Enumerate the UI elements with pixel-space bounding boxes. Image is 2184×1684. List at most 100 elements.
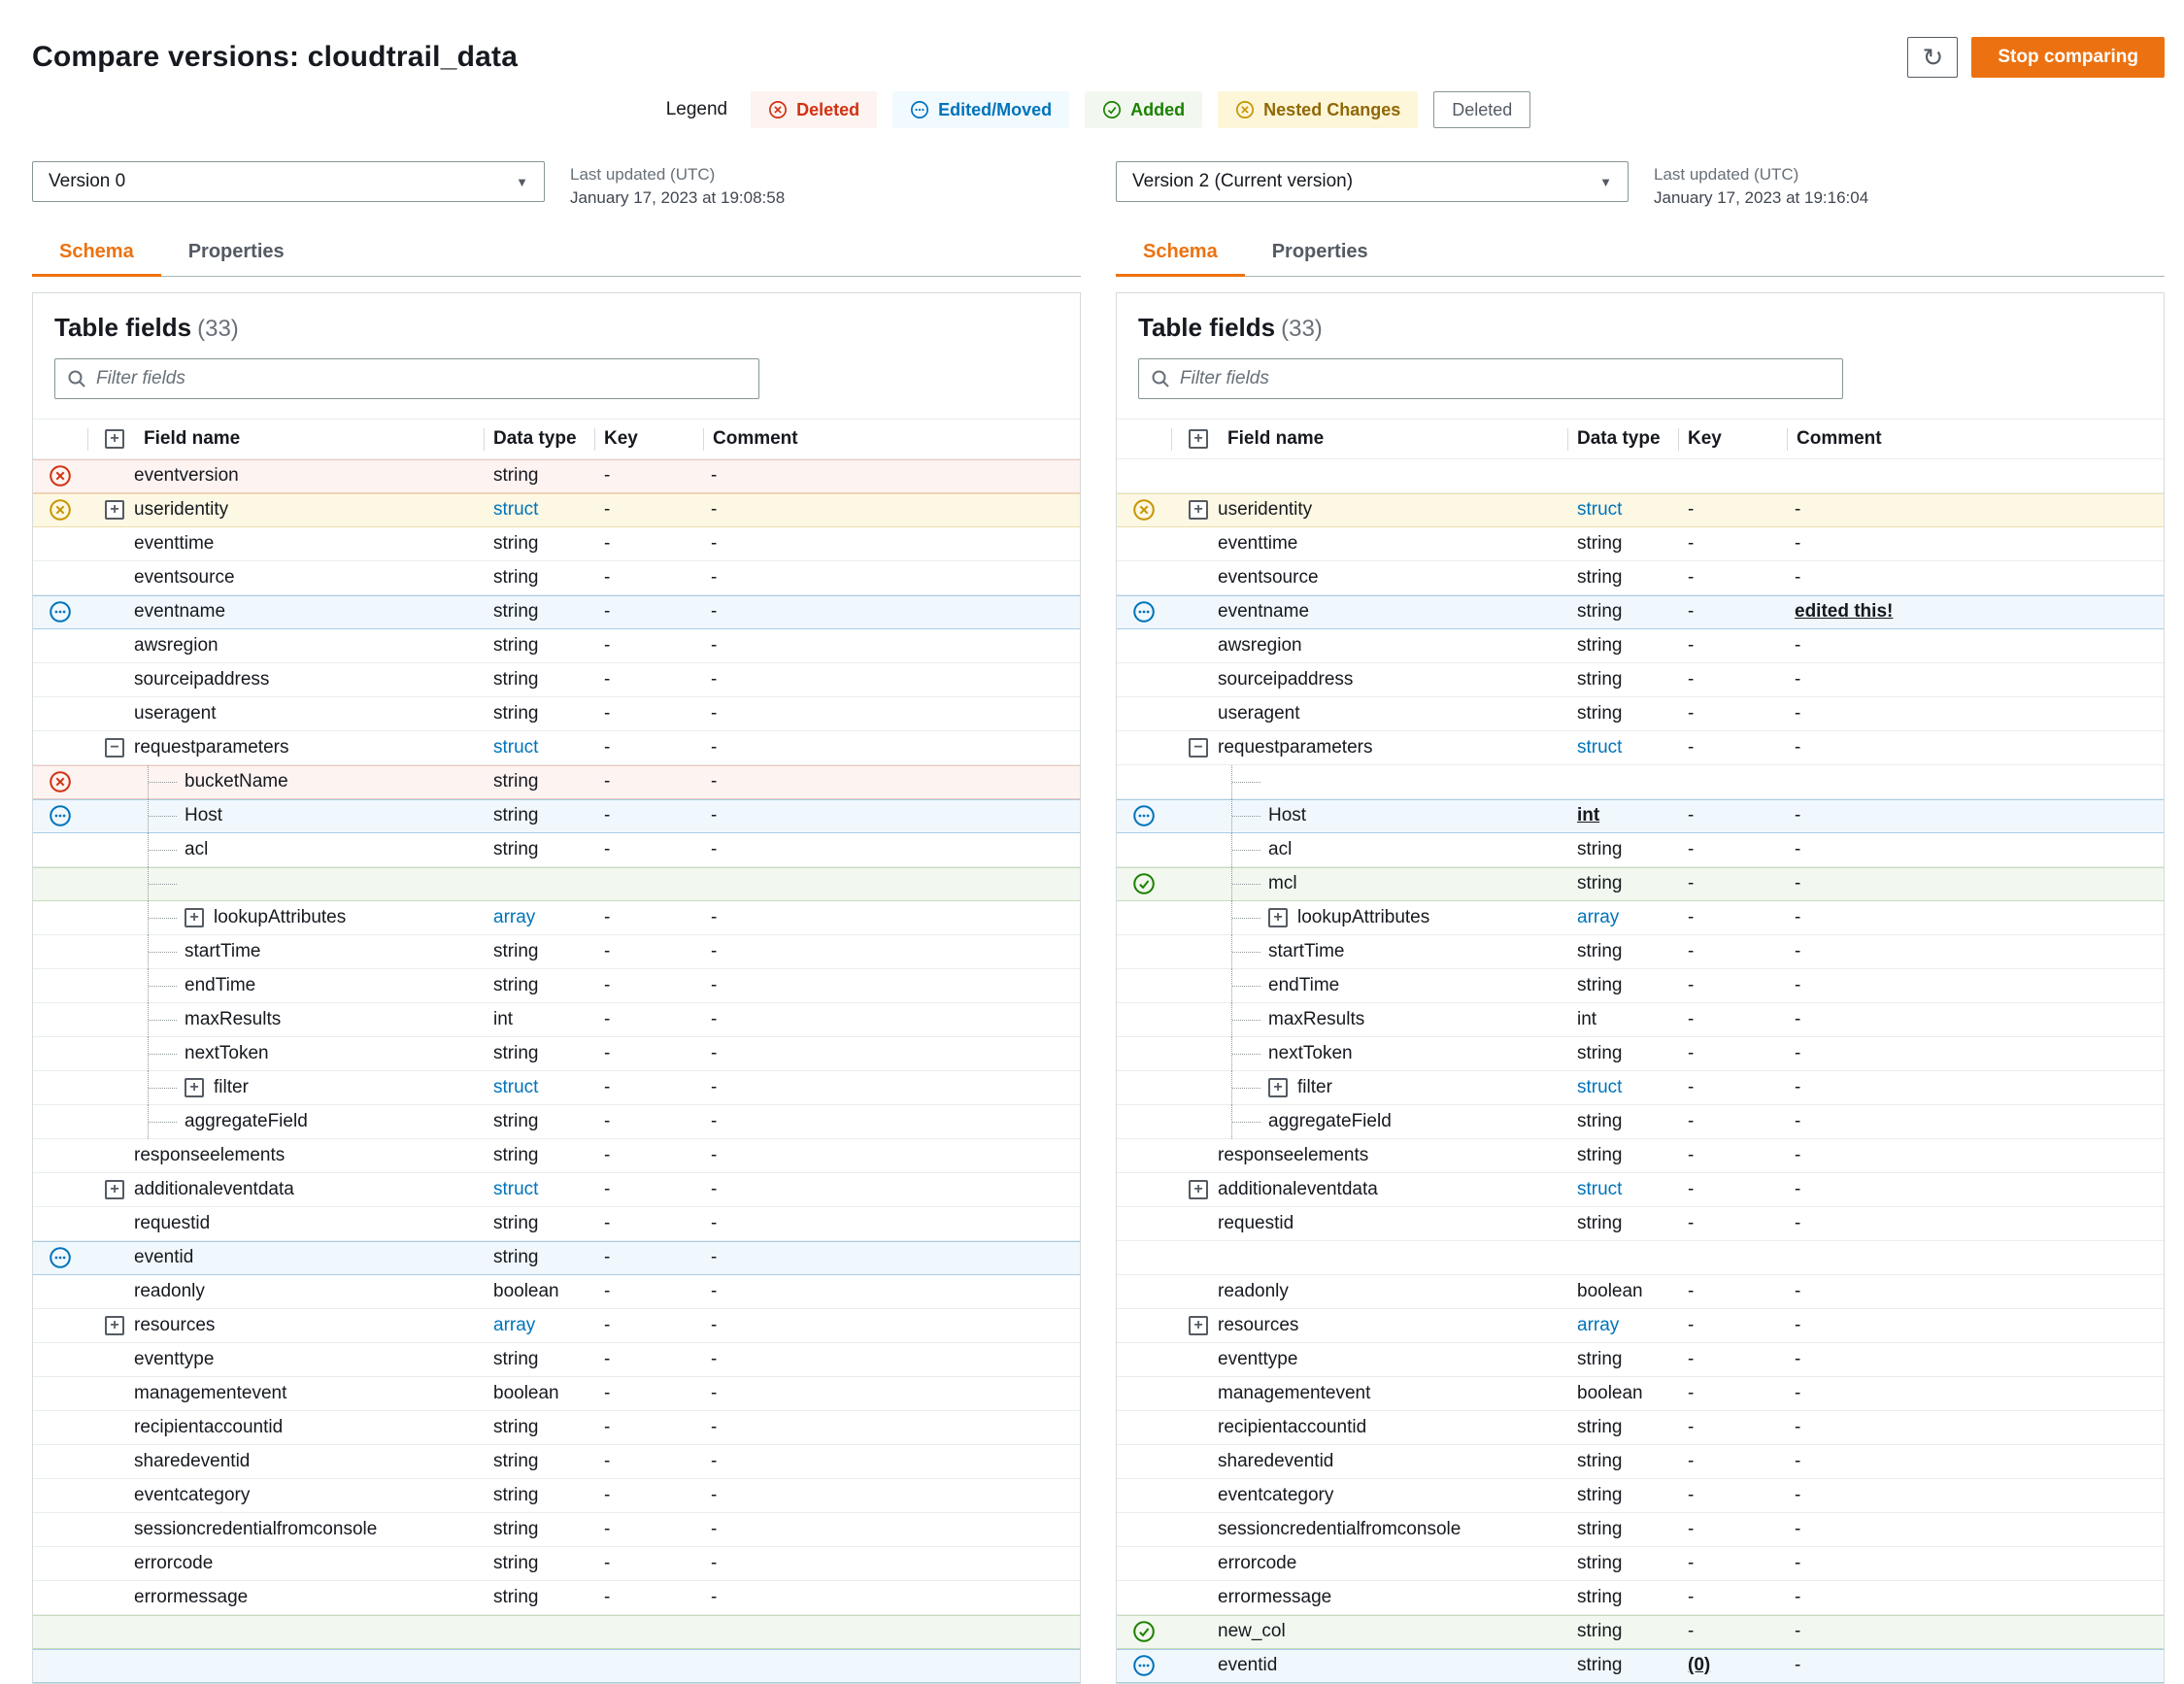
tab-properties[interactable]: Properties: [161, 231, 312, 276]
expand-icon[interactable]: +: [185, 908, 204, 928]
expand-icon[interactable]: +: [1268, 1078, 1288, 1098]
comment-value: -: [711, 805, 718, 826]
stop-comparing-button[interactable]: Stop comparing: [1971, 37, 2165, 78]
collapse-icon[interactable]: −: [105, 738, 124, 758]
tab-schema[interactable]: Schema: [32, 231, 161, 277]
data-type: string: [493, 771, 539, 792]
field-row-resources: + resources array - -: [1117, 1309, 2164, 1343]
data-type: struct: [493, 1077, 539, 1098]
collapse-icon[interactable]: −: [1189, 738, 1208, 758]
field-row-eventsource: eventsource string - -: [33, 561, 1080, 595]
row-status-empty: [1117, 765, 1171, 799]
key-value: -: [1688, 1145, 1695, 1166]
field-row-acl: acl string - -: [1117, 832, 2164, 867]
comment-value: -: [1795, 1281, 1801, 1302]
key-value: -: [604, 975, 611, 996]
expand-icon[interactable]: +: [1189, 500, 1208, 521]
key-value: -: [1688, 1349, 1695, 1370]
field-row-useragent: useragent string - -: [1117, 697, 2164, 731]
version-select-right[interactable]: Version 2 (Current version) ▼: [1116, 161, 1629, 202]
row-status-empty: [33, 969, 87, 1003]
comment-value: -: [711, 669, 718, 690]
expand-icon[interactable]: +: [1268, 908, 1288, 928]
field-name: readonly: [1218, 1281, 1289, 1302]
key-value: (0): [1688, 1655, 1711, 1676]
row-status-empty: [33, 1479, 87, 1513]
tab-properties[interactable]: Properties: [1245, 231, 1395, 276]
edited-icon: [910, 100, 929, 119]
comment-value: -: [1795, 975, 1801, 996]
field-row-endTime: endTime string - -: [33, 968, 1080, 1003]
key-value: -: [604, 499, 611, 521]
field-name-cell: eventtime: [1171, 527, 1567, 561]
key-value: -: [1688, 1553, 1695, 1574]
field-row-eventcategory: eventcategory string - -: [1117, 1479, 2164, 1513]
comment-value: -: [1795, 1383, 1801, 1404]
comment-value: -: [711, 1281, 718, 1302]
expand-icon[interactable]: +: [105, 1180, 124, 1200]
row-status-empty: [33, 1275, 87, 1309]
legend-plain-badge[interactable]: Deleted: [1433, 91, 1531, 128]
field-name: maxResults: [185, 1009, 282, 1030]
data-type: string: [1577, 873, 1623, 894]
expand-all-icon[interactable]: +: [105, 429, 124, 450]
row-status-empty: [1117, 969, 1171, 1003]
data-type: string: [1577, 1043, 1623, 1064]
row-status-empty: [1117, 935, 1171, 969]
key-value: -: [1688, 1111, 1695, 1132]
field-row-eventtime: eventtime string - -: [1117, 527, 2164, 561]
expand-icon[interactable]: +: [105, 500, 124, 521]
legend-added-badge: Added: [1085, 91, 1203, 128]
field-row-eventid: eventid string (0) -: [1117, 1648, 2164, 1683]
comment-value: -: [711, 635, 718, 657]
field-name: resources: [1218, 1315, 1299, 1336]
field-name: startTime: [185, 941, 261, 962]
key-value: -: [1688, 1417, 1695, 1438]
row-status-empty: [1117, 1513, 1171, 1547]
field-name: errormessage: [134, 1587, 249, 1608]
expand-icon[interactable]: +: [185, 1078, 204, 1098]
field-name-cell: new_col: [1171, 1615, 1567, 1649]
field-name: recipientaccountid: [134, 1417, 284, 1438]
refresh-button[interactable]: ↻: [1907, 37, 1959, 78]
data-type: array: [493, 907, 536, 928]
field-name-cell: managementevent: [1171, 1377, 1567, 1411]
comment-value: -: [711, 465, 718, 487]
field-row-sourceipaddress: sourceipaddress string - -: [1117, 663, 2164, 697]
expand-icon[interactable]: +: [1189, 1180, 1208, 1200]
data-type: string: [1577, 1519, 1623, 1540]
key-value: -: [1688, 941, 1695, 962]
version-select-left[interactable]: Version 0 ▼: [32, 161, 545, 202]
field-row-eventname: eventname string - -: [33, 594, 1080, 629]
edited-icon: [49, 600, 72, 623]
last-updated-value: January 17, 2023 at 19:16:04: [1654, 187, 1869, 207]
filter-fields-input[interactable]: [1180, 367, 1831, 389]
row-status-empty: [33, 935, 87, 969]
field-name-cell: startTime: [1171, 934, 1567, 969]
data-type: array: [1577, 907, 1620, 928]
field-name: mcl: [1268, 873, 1297, 894]
row-status-empty: [1117, 1105, 1171, 1139]
expand-icon[interactable]: +: [105, 1316, 124, 1336]
filter-fields-input[interactable]: [96, 367, 747, 389]
tree-connector: [148, 1036, 177, 1071]
row-status: [1117, 595, 1171, 629]
field-row-startTime: startTime string - -: [1117, 934, 2164, 969]
comment-value: -: [711, 1553, 718, 1574]
row-status: [33, 1241, 87, 1275]
expand-icon[interactable]: +: [1189, 1316, 1208, 1336]
comment-value: -: [711, 737, 718, 758]
tree-connector: [1231, 798, 1260, 833]
field-name-cell: + useridentity: [87, 493, 484, 527]
tab-schema[interactable]: Schema: [1116, 231, 1245, 277]
deleted-icon: [49, 770, 72, 793]
data-type: string: [493, 1213, 539, 1234]
data-type: struct: [493, 737, 539, 758]
field-name-cell: aggregateField: [87, 1104, 484, 1139]
expand-all-icon[interactable]: +: [1189, 429, 1208, 450]
field-name-cell: eventname: [1171, 595, 1567, 629]
tree-connector: [1231, 866, 1260, 901]
row-status-empty: [33, 1071, 87, 1105]
data-type: boolean: [1577, 1383, 1643, 1404]
column-header-comment: Comment: [1787, 420, 2164, 459]
